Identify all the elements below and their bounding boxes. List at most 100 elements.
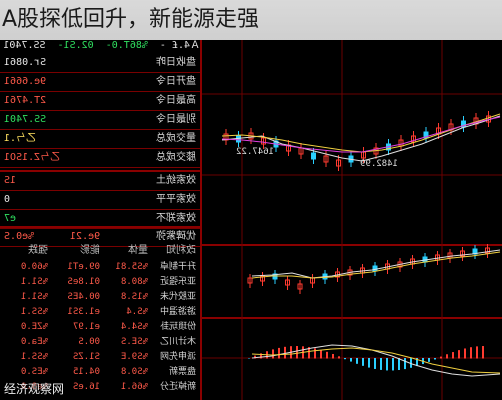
sector-change: %S0.8 [120, 367, 148, 377]
sector-name: 派申先网 [159, 352, 196, 362]
sector-row[interactable]: 派申先网 %S9.E S1.ZS %SS.1 [0, 350, 200, 365]
macd-bar [398, 358, 400, 371]
candlestick-chart: 1647.22 1482.99 [202, 40, 502, 400]
quote-value: SS.7401 [4, 114, 47, 125]
stat-row: 效索平平 0 [0, 191, 200, 210]
sector-row[interactable]: 游游温中 %S.4 e1.3S1 %SS.1 [0, 305, 200, 320]
price-topbar: Ａ4.£ - %86T.0- 02.S1- SS.7401 [0, 40, 200, 52]
macd-bar [404, 358, 406, 370]
macd-bar [476, 346, 478, 359]
macd-bar [446, 354, 448, 359]
sector-price: e1.3S1 [67, 307, 100, 317]
column-header: 量体 [128, 245, 148, 256]
sector-row[interactable]: 份琐玩卦 %S4.4 e1.97 %ZE.0 [0, 320, 200, 335]
sector-row[interactable]: 盘票新 %S0.8 04.15 %ES.0 [0, 365, 200, 380]
low-label: 1482.99 [360, 159, 398, 169]
sector-row[interactable]: 木计川乙 %SE.S 00.S %Ea.0 [0, 335, 200, 350]
macd-bar [458, 350, 460, 359]
macd-bar [374, 358, 376, 369]
macd-bar [248, 358, 250, 359]
quote-row: 膝交成总 乙ㄣZ.1SO1 [0, 149, 200, 168]
quote-value: 乙ㄣ.1 [4, 133, 37, 144]
sector-change: %S4.4 [120, 322, 148, 332]
quote-label: 膝交成总 [156, 152, 196, 163]
sector-price: 01.8eS [67, 277, 100, 287]
sector-table-header: 改利知 量体 能影 强跌 [0, 243, 200, 258]
sector-pct: %S1.1 [20, 277, 48, 287]
sector-price: 04.15 [72, 367, 100, 377]
macd-bar [326, 351, 328, 359]
sector-name: 新掉迁分 [159, 382, 196, 392]
macd-bar [320, 349, 322, 359]
sector-pct: %ZE.0 [20, 322, 48, 332]
sector-change: %80.8 [120, 277, 148, 287]
index-chart[interactable]: 1647.22 1482.99 [200, 40, 502, 400]
sector-price: 16.eS [72, 382, 100, 392]
macd-bar [362, 358, 364, 366]
sector-name: 游游温中 [159, 307, 196, 317]
macd-bar [284, 346, 286, 359]
macd-bar [470, 347, 472, 359]
quote-value: 乙ㄣZ.1SO1 [4, 152, 61, 163]
macd-bar [452, 352, 454, 359]
sector-price: 00.4ES [67, 292, 100, 302]
macd-bar [314, 348, 316, 359]
sector-row[interactable]: 亚胶代未 %1S.8 00.4ES %S1.1 [0, 290, 200, 305]
topbar-item: Ａ4.£ - [159, 40, 200, 51]
macd-bar [350, 358, 352, 362]
macd-bar [434, 358, 436, 360]
sector-change: %1S.8 [120, 292, 148, 302]
macd-bar [464, 348, 466, 359]
sector-pct: %Ea.0 [20, 337, 48, 347]
sector-change: %SE.S [120, 337, 148, 347]
macd-bar [482, 346, 484, 359]
macd-bar [296, 346, 298, 359]
sector-change: %66.1 [120, 382, 148, 392]
sector-name: 盘票新 [168, 367, 196, 377]
macd-bar [428, 358, 430, 362]
quote-label: 盘收日昨 [156, 57, 196, 68]
macd-bar [392, 358, 394, 371]
candle [311, 152, 316, 160]
stat-value: 1S [4, 175, 17, 186]
quote-label: 高最日令 [156, 95, 196, 106]
quote-value: 2T.4761 [4, 95, 47, 106]
headline-banner: A股探低回升，新能源走强 [0, 0, 502, 40]
column-header: 能影 [80, 245, 100, 256]
sector-name: 木计川乙 [159, 337, 196, 347]
quote-row: 高最日令 2T.4761 [0, 92, 200, 111]
sector-change: %S9.E [120, 352, 148, 362]
column-header: 改利知 [166, 245, 196, 256]
sector-price: 09.eT1 [67, 262, 100, 272]
macd-bar [278, 347, 280, 359]
sector-price: e1.97 [72, 322, 100, 332]
macd-bar [356, 358, 358, 364]
quote-label: 量交成总 [156, 133, 196, 144]
mirrored-quote-content: Ａ4.£ - %86T.0- 02.S1- SS.7401 盘收日昨 Sr.086… [0, 40, 200, 400]
sector-row[interactable]: 升干制卓 %S5.81 09.eT1 %60.0 [0, 260, 200, 275]
topbar-item: 02.S1- [57, 40, 94, 51]
sector-change: %S.4 [126, 307, 148, 317]
candle-lower [372, 265, 378, 272]
macd-bar [380, 358, 382, 370]
topbar-item: %86T.0- [105, 40, 148, 51]
macd-bar [440, 356, 442, 359]
quote-label: 别最日令 [156, 114, 196, 125]
stat-row: 效索统土 1S [0, 172, 200, 191]
sector-pct: %ES.0 [20, 367, 48, 377]
sector-change: %S5.81 [115, 262, 148, 272]
macd-bar [368, 358, 370, 368]
quote-label: 盘开日令 [156, 76, 196, 87]
stat-value: 0 [4, 194, 11, 205]
sector-price: 00.S [78, 337, 100, 347]
quote-value: 9e.6661 [4, 76, 47, 87]
macd-bar [386, 358, 388, 371]
stat-label: 效索平平 [156, 194, 196, 205]
quote-panel: Ａ4.£ - %86T.0- 02.S1- SS.7401 盘收日昨 Sr.086… [0, 40, 200, 400]
low-label-left: 1647.22 [236, 147, 274, 157]
sector-row[interactable]: 亚乐强近 %80.8 01.8eS %S1.1 [0, 275, 200, 290]
sector-pct: %SS.1 [20, 307, 48, 317]
topbar-item: SS.7401 [3, 40, 46, 51]
quote-row: 别最日令 SS.7401 [0, 111, 200, 130]
sector-pct: %S1.1 [20, 292, 48, 302]
